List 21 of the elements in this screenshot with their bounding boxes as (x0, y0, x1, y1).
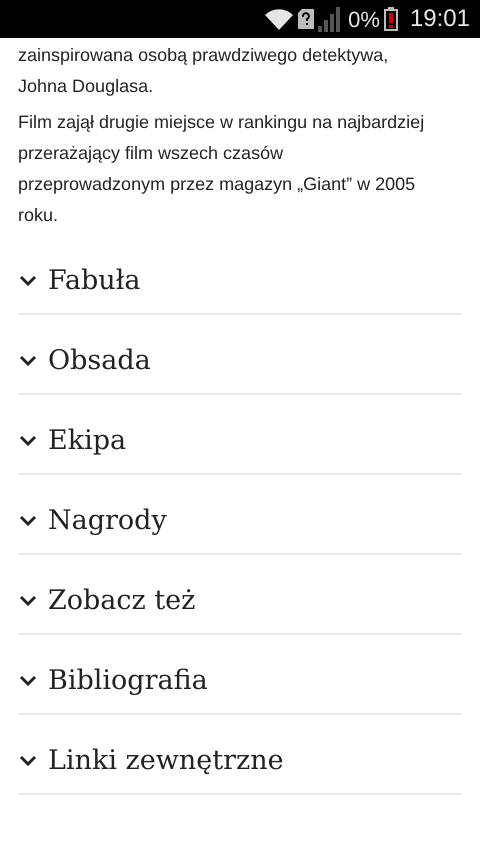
paragraph: zainspirowana osobą prawdziwego detektywa, Johna Douglasa. (18, 44, 390, 98)
chevron-icon (19, 595, 37, 607)
sim-unknown-icon (298, 9, 314, 29)
chevron-icon (19, 355, 37, 367)
section-heading[interactable]: Ekipa (18, 409, 462, 473)
chevron-icon (19, 755, 37, 767)
section-heading[interactable]: Linki zewnętrzne (18, 729, 462, 793)
section-heading[interactable]: Zobacz też (18, 569, 462, 633)
section-heading[interactable]: Nagrody (18, 489, 462, 553)
chevron-icon (19, 515, 37, 527)
section-heading[interactable]: Bibliografia (18, 649, 462, 713)
section-heading[interactable]: Obsada (18, 329, 462, 393)
clock: 19:01 (410, 4, 470, 34)
chevron-icon (19, 435, 37, 447)
section-heading[interactable]: Fabuła (18, 249, 462, 313)
chevron-icon (19, 675, 37, 687)
battery-icon (384, 7, 398, 31)
battery-percent: 0% (348, 6, 380, 34)
paragraph: Film zajął drugie miejsce w rankingu na najbardziej przerażający film wszech czasów przeprowadzonym przez magazyn „Giant” w 2005 roku. (18, 111, 426, 227)
chevron-icon (19, 275, 37, 287)
wifi-icon (264, 7, 294, 31)
